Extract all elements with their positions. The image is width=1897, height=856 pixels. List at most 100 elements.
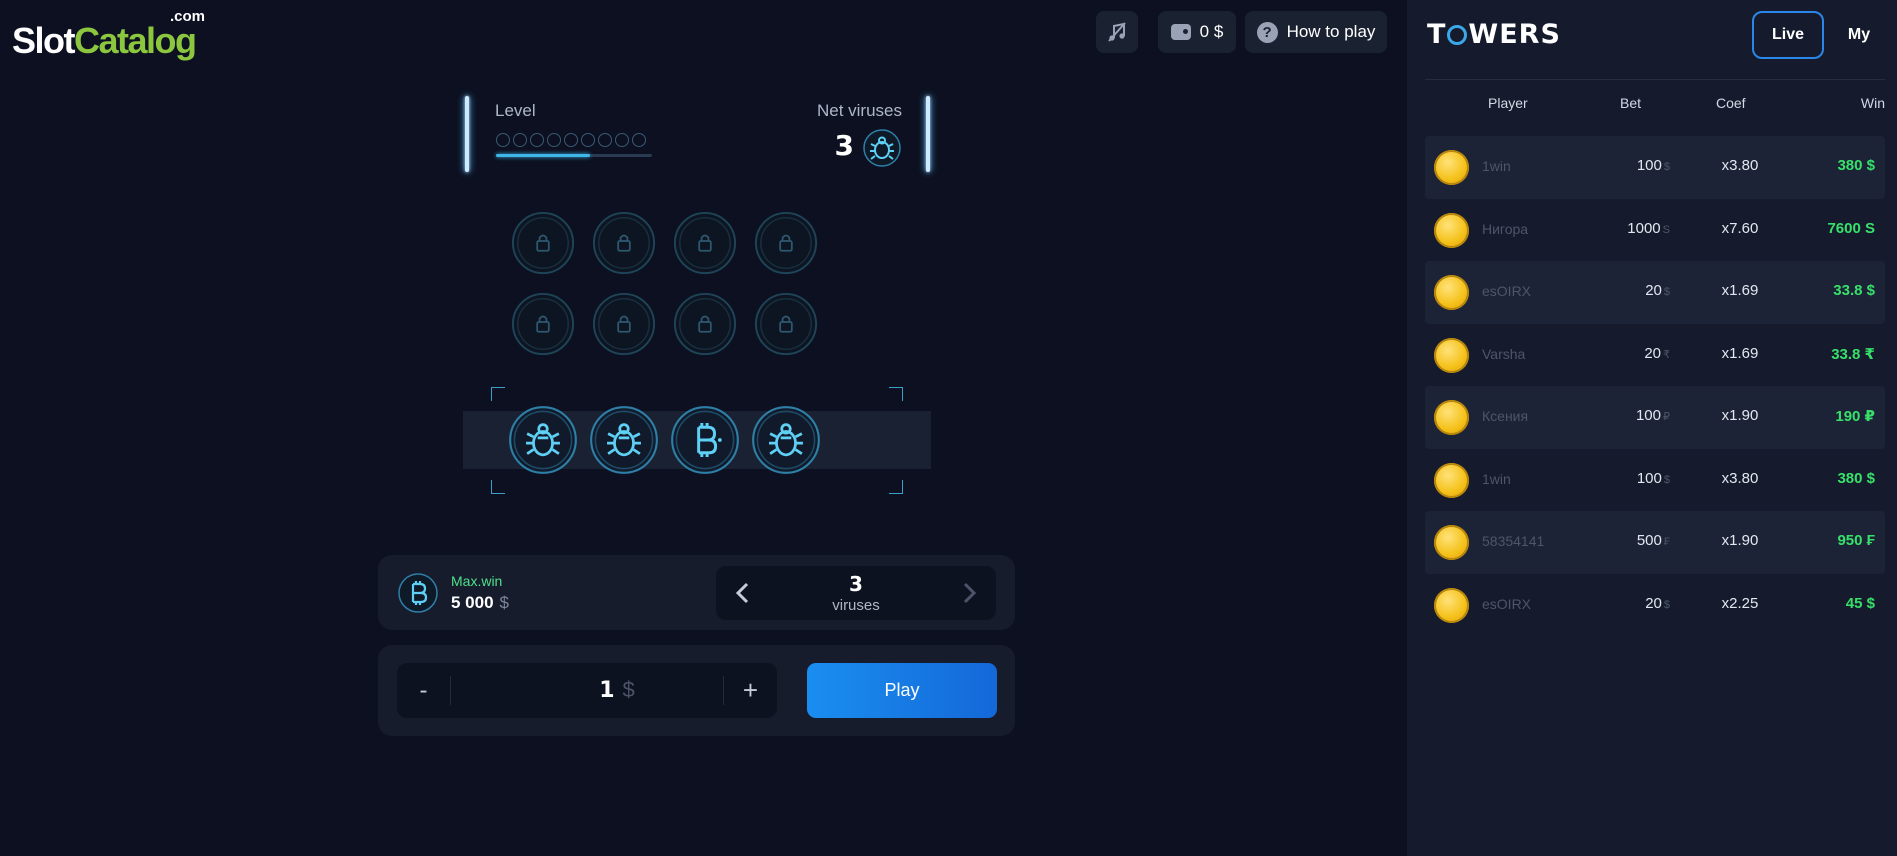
bet-currency: $ — [1663, 598, 1670, 611]
level-step-icon — [615, 133, 629, 147]
bet-amount: 1 — [599, 678, 615, 703]
tower-cell[interactable] — [588, 404, 660, 476]
table-row: Varsha 20 ₹ x1.69 33.8 ₹ — [1425, 324, 1885, 387]
bet-currency: $ — [1663, 473, 1670, 486]
column-header-win: Win — [1860, 95, 1885, 111]
bet-decrease-button[interactable]: - — [397, 663, 450, 718]
viruses-label: viruses — [832, 597, 880, 614]
bet-currency: $ — [622, 677, 635, 702]
bitcoin-icon — [671, 406, 739, 474]
level-progress-fill — [496, 154, 590, 157]
bet-amount: 100 ₽ — [1615, 407, 1670, 424]
level-header: Level Net viruses 3 — [465, 96, 930, 174]
bet-currency: $ — [1663, 161, 1670, 173]
lock-icon — [673, 292, 737, 356]
win-amount: 33.8 ₹ — [1831, 345, 1875, 363]
wallet-icon — [1170, 24, 1191, 40]
bets-table: 1win 100 $ x3.80 380 $ Нигора 1000 S x7.60… — [1425, 136, 1885, 636]
max-win-value: 5 000 $ — [451, 593, 509, 613]
sound-toggle-button[interactable] — [1096, 11, 1138, 53]
coefficient: x1.90 — [1721, 407, 1759, 424]
locked-cell — [510, 210, 576, 276]
coin-avatar-icon — [1434, 462, 1469, 498]
coefficient: x1.69 — [1721, 344, 1759, 362]
play-button[interactable]: Play — [807, 663, 997, 718]
level-step-icon — [513, 133, 527, 147]
glow-bar-right — [926, 96, 930, 172]
bet-amount: 100 $ — [1615, 470, 1670, 487]
win-amount: 190 ₽ — [1835, 408, 1875, 425]
virus-icon — [590, 406, 658, 474]
locked-cell — [510, 291, 576, 357]
level-step-icon — [564, 133, 578, 147]
locked-cell — [753, 210, 819, 276]
column-header-bet: Bet — [1620, 95, 1642, 111]
max-win-amount: 5 000 — [451, 593, 494, 612]
player-name: Нигора — [1482, 220, 1529, 237]
bet-value: 20 — [1645, 282, 1662, 299]
coefficient: x1.90 — [1721, 532, 1759, 549]
player-name: 1win — [1482, 470, 1511, 487]
slotcatalog-logo[interactable]: .com SlotCatalog — [12, 8, 212, 61]
virus-icon — [752, 406, 820, 474]
chevron-right-icon[interactable] — [956, 579, 982, 607]
bet-amount: 20 $ — [1615, 282, 1670, 299]
towers-logo-t: T — [1427, 19, 1447, 50]
lock-icon — [592, 211, 656, 275]
balance-display[interactable]: 0 $ — [1158, 11, 1236, 53]
lock-icon — [511, 292, 575, 356]
bet-amount: 100 $ — [1615, 157, 1670, 174]
viruses-count: 3 — [849, 572, 863, 596]
bet-currency: S — [1662, 223, 1670, 236]
locked-cell — [672, 210, 738, 276]
table-row: 1win 100 $ x3.80 380 $ — [1425, 136, 1885, 199]
tower-cell[interactable] — [507, 404, 579, 476]
level-step-icon — [632, 133, 646, 147]
level-step-icon — [496, 133, 510, 147]
coefficient: x3.80 — [1721, 157, 1759, 174]
bet-value: 100 — [1636, 469, 1662, 487]
coin-avatar-icon — [1434, 337, 1469, 373]
player-name: 1win — [1482, 158, 1511, 174]
tab-my[interactable]: My — [1831, 11, 1887, 59]
bet-amount: 20 ₹ — [1615, 345, 1670, 362]
how-to-play-button[interactable]: ? How to play — [1245, 11, 1387, 53]
bitcoin-icon — [398, 573, 438, 613]
lock-icon — [592, 292, 656, 356]
bet-stepper: - 1 $ + — [397, 663, 777, 718]
sidebar-divider — [1425, 79, 1885, 80]
max-win-currency: $ — [499, 593, 510, 612]
bet-amount: 20 $ — [1615, 595, 1670, 612]
lock-icon — [673, 211, 737, 275]
level-label: Level — [495, 101, 536, 120]
table-row: 1win 100 $ x3.80 380 $ — [1425, 449, 1885, 512]
win-amount: 33.8 $ — [1833, 282, 1875, 299]
tab-live[interactable]: Live — [1752, 11, 1824, 59]
level-step-icon — [547, 133, 561, 147]
balance-value: 0 $ — [1199, 22, 1224, 41]
coin-avatar-icon — [1434, 212, 1469, 248]
row-corner-top-right — [889, 387, 903, 401]
logo-text: SlotCatalog — [12, 20, 197, 62]
bet-amount: 1000 S — [1615, 220, 1670, 237]
bet-currency: $ — [1663, 286, 1670, 298]
player-name: Ксения — [1482, 408, 1529, 424]
win-amount: 45 $ — [1845, 594, 1875, 612]
player-name: Varsha — [1482, 345, 1526, 362]
glow-bar-left — [465, 96, 469, 172]
bet-increase-button[interactable]: + — [724, 663, 777, 718]
coin-avatar-icon — [1434, 587, 1469, 623]
win-amount: 380 $ — [1837, 469, 1875, 487]
help-icon: ? — [1256, 21, 1278, 43]
level-step-icon — [530, 133, 544, 147]
bet-panel: - 1 $ + Play — [378, 645, 1015, 736]
towers-logo-rest: WERS — [1468, 19, 1561, 50]
tower-cell[interactable] — [669, 404, 741, 476]
level-step-icon — [581, 133, 595, 147]
lock-icon — [511, 211, 575, 275]
bet-currency: ₣ — [1663, 536, 1670, 548]
row-corner-top-left — [491, 387, 505, 401]
bet-amount-field[interactable]: 1 $ — [450, 677, 724, 703]
bet-value: 20 — [1645, 594, 1662, 612]
tower-cell[interactable] — [750, 404, 822, 476]
